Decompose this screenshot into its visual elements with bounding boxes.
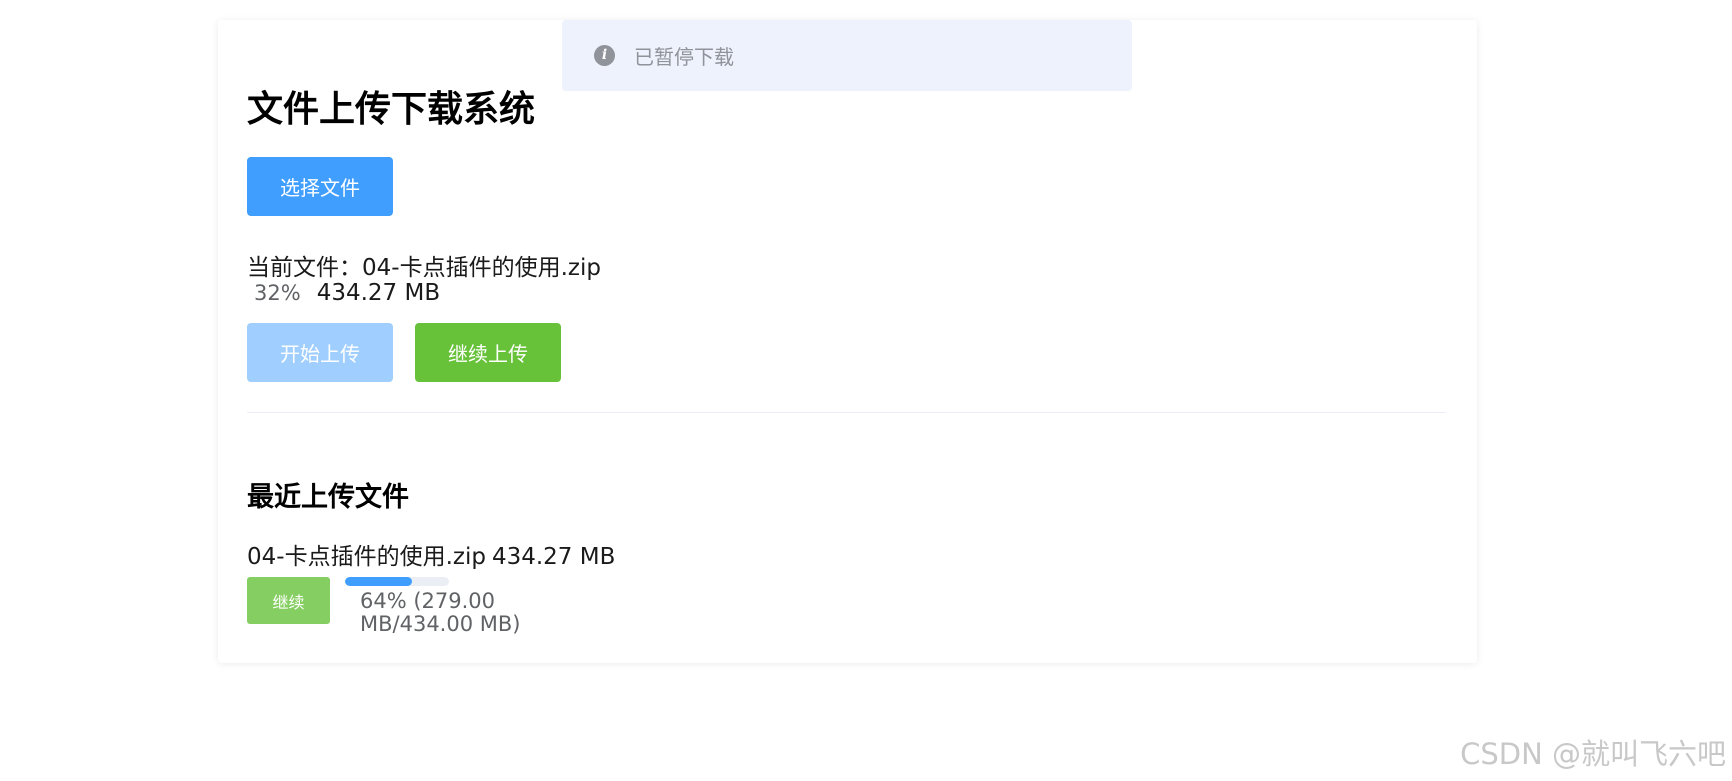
recent-progress-text: 64% (279.00 MB/434.00 MB) bbox=[360, 589, 521, 636]
info-icon: i bbox=[594, 45, 615, 66]
upload-card: 文件上传下载系统 选择文件 当前文件：04-卡点插件的使用.zip 32% 43… bbox=[218, 20, 1477, 663]
current-file-size: 434.27 MB bbox=[316, 280, 441, 306]
section-divider bbox=[247, 412, 1446, 413]
current-progress-percent: 32% bbox=[254, 281, 301, 305]
select-file-button[interactable]: 选择文件 bbox=[247, 157, 393, 216]
list-item: 04-卡点插件的使用.zip 434.27 MB bbox=[247, 537, 615, 571]
recent-resume-button[interactable]: 继续 bbox=[247, 577, 330, 624]
page-title: 文件上传下载系统 bbox=[247, 89, 536, 130]
recent-file-name: 04-卡点插件的使用.zip bbox=[247, 544, 486, 570]
recent-file-size: 434.27 MB bbox=[491, 544, 616, 570]
toast-message: 已暂停下载 bbox=[634, 45, 734, 69]
start-upload-button[interactable]: 开始上传 bbox=[247, 323, 393, 382]
current-file-meta: 32% 434.27 MB bbox=[254, 280, 440, 306]
recent-uploads-title: 最近上传文件 bbox=[247, 482, 409, 513]
recent-progress-bar bbox=[345, 577, 449, 586]
paused-toast: i 已暂停下载 bbox=[562, 20, 1132, 91]
recent-progress-fill bbox=[345, 577, 412, 586]
watermark: CSDN @就叫飞六吧 bbox=[1460, 737, 1726, 771]
current-file-label: 当前文件：04-卡点插件的使用.zip bbox=[247, 255, 601, 281]
resume-upload-button[interactable]: 继续上传 bbox=[415, 323, 561, 382]
